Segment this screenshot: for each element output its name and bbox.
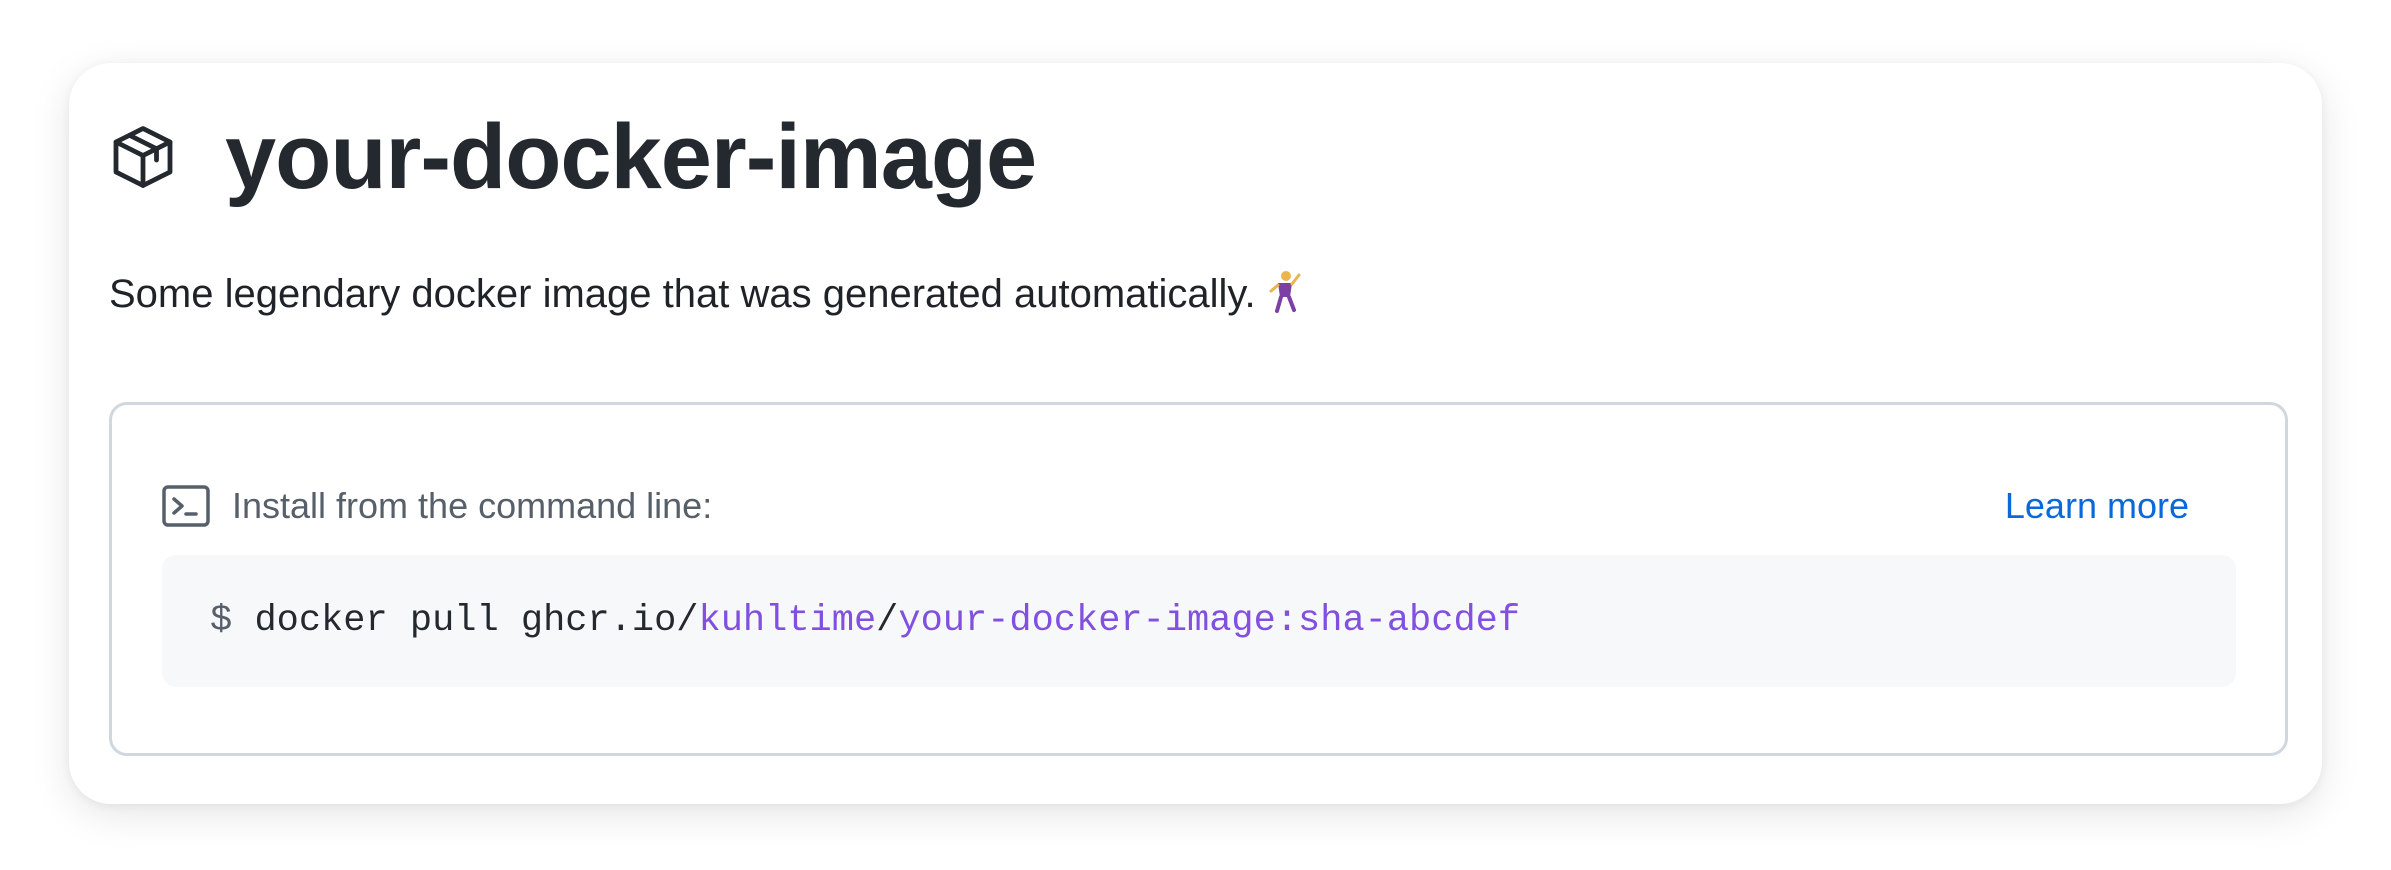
learn-more-link[interactable]: Learn more <box>2005 485 2189 527</box>
command-image: your-docker-image:sha-abcdef <box>898 600 1521 642</box>
install-box: Install from the command line: Learn mor… <box>109 402 2288 756</box>
package-card: your-docker-image Some legendary docker … <box>69 63 2322 804</box>
dancer-emoji <box>1266 269 1304 324</box>
package-icon <box>107 121 179 193</box>
package-description: Some legendary docker image that was gen… <box>109 269 1304 324</box>
command-space <box>232 600 254 642</box>
command-prompt: $ <box>210 600 233 642</box>
command-owner: kuhltime <box>698 600 877 642</box>
install-label: Install from the command line: <box>232 485 713 526</box>
install-command[interactable]: $ docker pull ghcr.io/kuhltime / your-dock… <box>162 555 2236 687</box>
command-separator: / <box>876 600 899 642</box>
page-title: your-docker-image <box>225 106 1037 208</box>
install-header: Install from the command line: <box>162 485 712 527</box>
description-text: Some legendary docker image that was gen… <box>109 272 1256 316</box>
command-base: docker pull ghcr.io/ <box>254 600 699 642</box>
package-header: your-docker-image <box>107 106 1037 208</box>
terminal-icon <box>162 485 210 527</box>
